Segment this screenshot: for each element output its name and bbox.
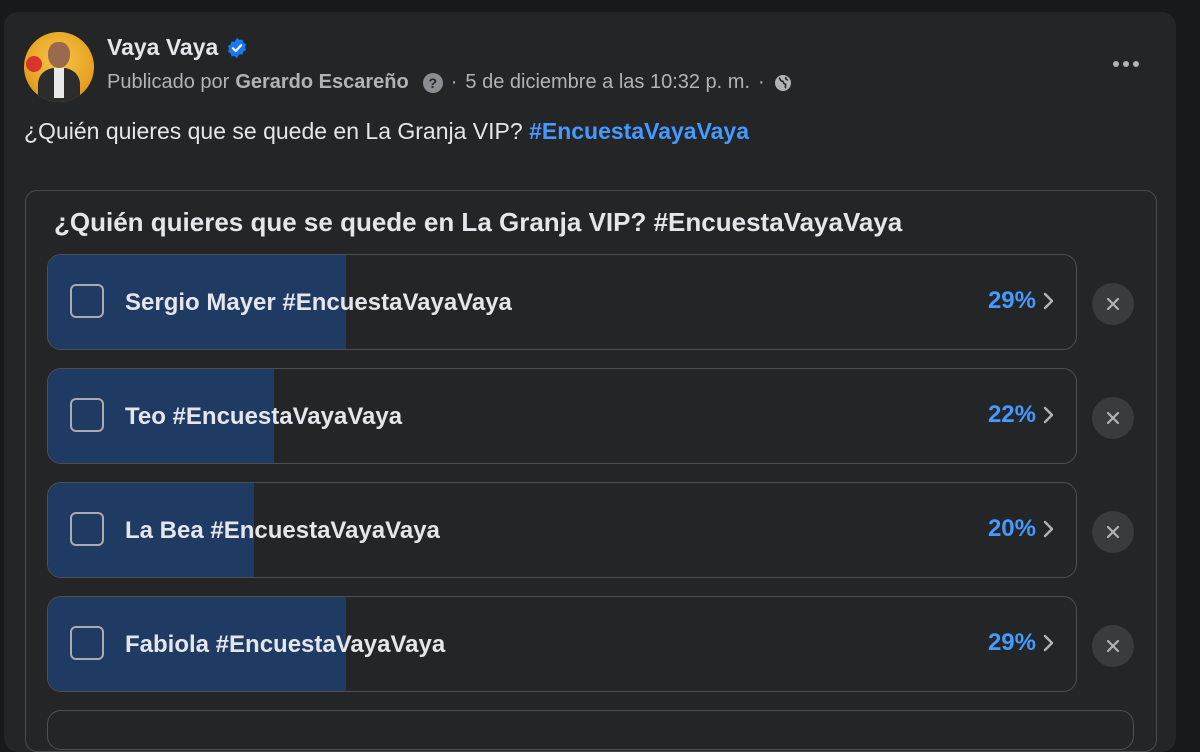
poll-option[interactable]: Sergio Mayer #EncuestaVayaVaya 29% [47, 254, 1077, 350]
chevron-right-icon[interactable] [1042, 403, 1056, 427]
hashtag-link[interactable]: #EncuestaVayaVaya [529, 118, 749, 144]
poll-option[interactable]: Teo #EncuestaVayaVaya 22% [47, 368, 1077, 464]
more-options-icon[interactable] [1104, 50, 1148, 78]
author-link[interactable]: Gerardo Escareño [235, 71, 408, 94]
post-meta: Publicado por Gerardo Escareño ? · 5 de … [107, 71, 793, 94]
post-body: ¿Quién quieres que se quede en La Granja… [24, 118, 523, 144]
help-icon[interactable]: ? [422, 72, 443, 93]
add-option-field[interactable] [47, 710, 1134, 750]
poll-option-percent: 22% [987, 401, 1036, 428]
page-name[interactable]: Vaya Vaya [107, 34, 218, 61]
poll-option-label: Sergio Mayer #EncuestaVayaVaya [125, 289, 512, 316]
remove-option-button[interactable] [1092, 511, 1134, 553]
poll-option-percent: 20% [987, 515, 1036, 542]
close-icon [1106, 639, 1120, 653]
remove-option-button[interactable] [1092, 283, 1134, 325]
remove-option-button[interactable] [1092, 397, 1134, 439]
chevron-right-icon[interactable] [1042, 517, 1056, 541]
close-icon [1106, 411, 1120, 425]
checkbox-icon[interactable] [70, 512, 104, 546]
verified-badge-icon [228, 37, 247, 58]
poll-option-label: Teo #EncuestaVayaVaya [125, 403, 403, 430]
post-timestamp[interactable]: 5 de diciembre a las 10:32 p. m. [465, 71, 750, 94]
post-text: ¿Quién quieres que se quede en La Granja… [24, 118, 749, 145]
poll-question: ¿Quién quieres que se quede en La Granja… [54, 207, 903, 237]
chevron-right-icon[interactable] [1042, 289, 1056, 313]
poll-option[interactable]: La Bea #EncuestaVayaVaya 20% [47, 482, 1077, 578]
checkbox-icon[interactable] [70, 398, 104, 432]
page-name-link[interactable]: Vaya Vaya [107, 34, 248, 61]
poll-option-percent: 29% [987, 629, 1036, 656]
close-icon [1106, 525, 1120, 539]
published-by-label: Publicado por [107, 71, 230, 93]
remove-option-button[interactable] [1092, 625, 1134, 667]
checkbox-icon[interactable] [70, 284, 104, 318]
meta-separator-2: · [758, 71, 765, 93]
chevron-right-icon[interactable] [1042, 631, 1056, 655]
poll-option-label: Fabiola #EncuestaVayaVaya [125, 631, 446, 658]
poll-option-percent: 29% [987, 287, 1036, 314]
page-avatar[interactable] [24, 32, 94, 102]
meta-separator: · [450, 71, 458, 93]
checkbox-icon[interactable] [70, 626, 104, 660]
poll-option[interactable]: Fabiola #EncuestaVayaVaya 29% [47, 596, 1077, 692]
globe-icon[interactable] [773, 73, 793, 93]
poll-option-label: La Bea #EncuestaVayaVaya [125, 517, 440, 544]
avatar-logo-badge [26, 56, 42, 72]
close-icon [1106, 297, 1120, 311]
